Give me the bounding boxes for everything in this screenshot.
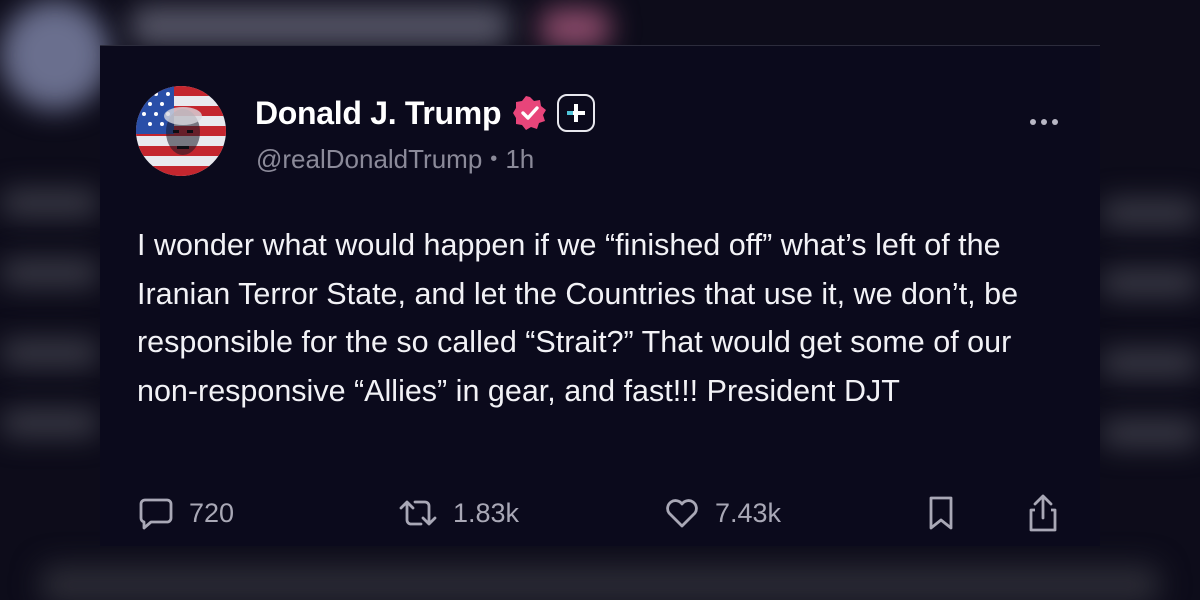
plus-subscriber-icon — [557, 94, 596, 132]
like-button[interactable]: 7.43k — [663, 494, 781, 532]
share-button[interactable] — [1025, 492, 1061, 534]
bookmark-icon — [929, 496, 953, 530]
post-time[interactable]: 1h — [505, 144, 534, 175]
share-icon — [1029, 494, 1057, 532]
post-card: Donald J. Trump @realDonaldTrump • 1h I … — [100, 45, 1100, 546]
repost-icon — [399, 500, 437, 526]
avatar[interactable] — [136, 86, 226, 176]
more-options-icon[interactable] — [1030, 119, 1058, 125]
comment-icon — [139, 498, 173, 530]
reply-button[interactable]: 720 — [137, 494, 234, 532]
author-display-name[interactable]: Donald J. Trump — [255, 95, 502, 132]
reply-count: 720 — [189, 497, 235, 528]
like-count: 7.43k — [715, 497, 782, 528]
verified-badge-icon — [513, 96, 547, 130]
repost-count: 1.83k — [453, 497, 520, 528]
separator-dot: • — [490, 148, 498, 170]
author-handle[interactable]: @realDonaldTrump — [256, 144, 482, 175]
author-meta: @realDonaldTrump • 1h — [256, 144, 534, 175]
post-body: I wonder what would happen if we “finish… — [137, 228, 1019, 408]
heart-icon — [666, 499, 698, 528]
avatar-image — [136, 86, 226, 176]
author-name-row: Donald J. Trump — [255, 94, 596, 132]
bookmark-button[interactable] — [926, 494, 956, 532]
repost-button[interactable]: 1.83k — [397, 494, 519, 532]
action-bar: 720 1.83k 7.43k — [100, 494, 1100, 544]
